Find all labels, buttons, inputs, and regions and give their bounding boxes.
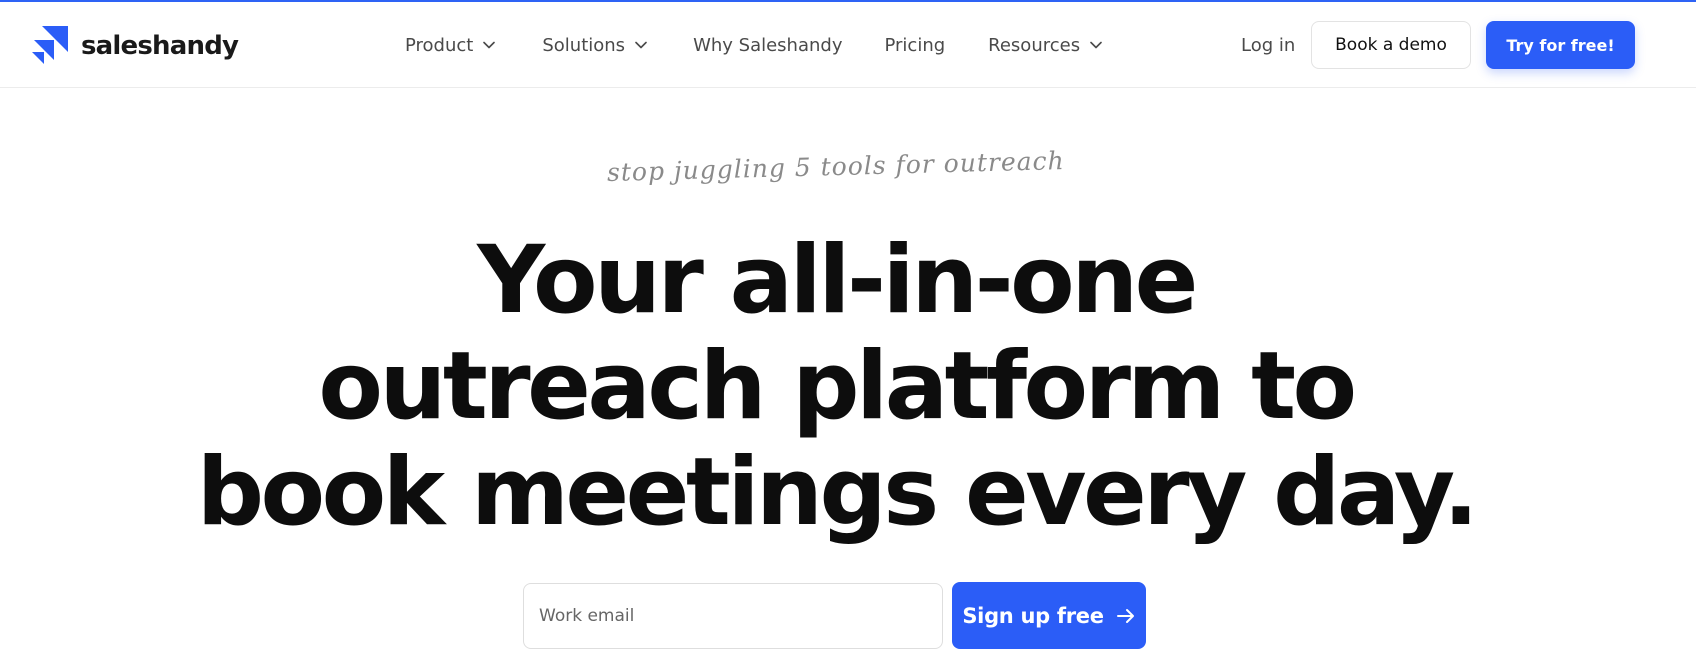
chevron-down-icon — [1090, 41, 1102, 49]
nav-item-label: Solutions — [542, 34, 626, 56]
nav-item-product[interactable]: Product — [405, 34, 496, 56]
brand-name: saleshandy — [81, 31, 239, 61]
sign-up-label: Sign up free — [962, 603, 1104, 628]
try-free-button[interactable]: Try for free! — [1486, 21, 1635, 69]
hero-line-3-start: book — [196, 438, 445, 547]
book-demo-button[interactable]: Book a demo — [1311, 21, 1471, 69]
sign-up-free-button[interactable]: Sign up free — [952, 582, 1146, 649]
login-link[interactable]: Log in — [1241, 2, 1295, 88]
hero-line-2: outreach platform to — [318, 332, 1357, 441]
nav-item-label: Product — [405, 34, 474, 56]
chevron-down-icon — [635, 41, 647, 49]
brand-logo-link[interactable]: saleshandy — [32, 26, 239, 66]
nav-item-pricing[interactable]: Pricing — [884, 35, 945, 56]
nav-item-solutions[interactable]: Solutions — [542, 35, 647, 56]
hero-headline: Your all-in-one outreach platform to boo… — [0, 228, 1672, 546]
chevron-down-icon — [483, 41, 496, 49]
main-nav: Product Solutions Why Saleshandy Pricing… — [405, 2, 1102, 88]
nav-item-label: Pricing — [884, 34, 946, 56]
site-header: saleshandy Product Solutions Why Salesha… — [0, 2, 1696, 88]
nav-item-why-saleshandy[interactable]: Why Saleshandy — [693, 35, 842, 56]
nav-item-label: Resources — [988, 34, 1081, 56]
hero-highlight-word: meetings — [452, 438, 954, 547]
work-email-input[interactable] — [523, 583, 943, 649]
hero-line-3-end: every day. — [964, 438, 1479, 547]
saleshandy-logo-icon — [32, 26, 68, 64]
arrow-right-icon — [1116, 608, 1134, 623]
nav-item-resources[interactable]: Resources — [988, 35, 1102, 56]
hero-tagline: stop juggling 5 tools for outreach — [606, 146, 1066, 187]
hero-line-1: Your all-in-one — [477, 226, 1198, 335]
nav-item-label: Why Saleshandy — [693, 34, 843, 56]
hero-line-3: book meetings every day. — [0, 440, 1672, 546]
